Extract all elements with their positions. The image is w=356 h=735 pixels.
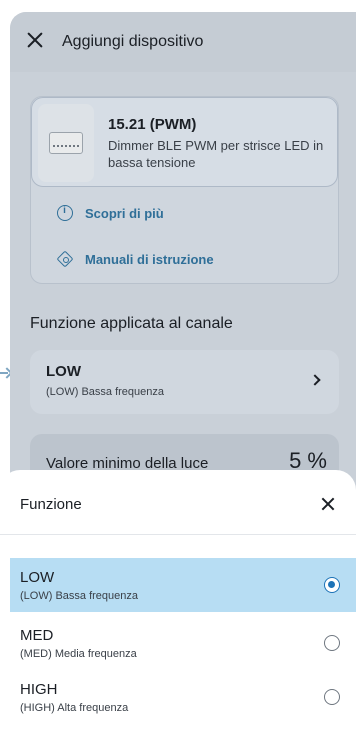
option-description: (HIGH) Alta frequenza <box>20 702 129 714</box>
option-description: (MED) Media frequenza <box>20 648 137 660</box>
page-title: Aggiungi dispositivo <box>62 33 204 50</box>
manuals-label: Manuali di istruzione <box>85 251 214 267</box>
function-bottom-sheet: Funzione LOW (LOW) Bassa frequenza MED (… <box>0 470 356 735</box>
device-image <box>38 104 94 182</box>
channel-function-heading: Funzione applicata al canale <box>30 315 233 332</box>
radio-unselected[interactable] <box>324 689 340 705</box>
option-name: LOW <box>20 569 55 586</box>
device-summary: 15.21 (PWM) Dimmer BLE PWM per strisce L… <box>31 97 338 187</box>
radio-selected[interactable] <box>324 577 340 593</box>
option-name: MED <box>20 627 54 644</box>
arrow-right-icon <box>0 366 10 380</box>
chevron-right-icon <box>309 374 321 386</box>
device-name: 15.21 (PWM) <box>108 116 197 133</box>
screen: Aggiungi dispositivo 15.21 (PWM) Dimmer … <box>0 0 356 735</box>
close-icon[interactable] <box>322 498 334 510</box>
option-high[interactable]: HIGH (HIGH) Alta frequenza <box>10 670 356 724</box>
channel-function-description: (LOW) Bassa frequenza <box>46 386 164 398</box>
learn-more-link[interactable]: Scopri di più <box>57 203 164 223</box>
dimmer-module-icon <box>49 132 83 154</box>
info-icon <box>57 205 73 221</box>
option-name: HIGH <box>20 681 58 698</box>
channel-function-value: LOW <box>46 363 81 380</box>
radio-unselected[interactable] <box>324 635 340 651</box>
learn-more-label: Scopri di più <box>85 205 164 221</box>
option-low[interactable]: LOW (LOW) Bassa frequenza <box>10 558 356 612</box>
device-card: 15.21 (PWM) Dimmer BLE PWM per strisce L… <box>30 96 339 284</box>
option-med[interactable]: MED (MED) Media frequenza <box>10 616 356 670</box>
device-description: Dimmer BLE PWM per strisce LED in bassa … <box>108 138 324 170</box>
manuals-link[interactable]: Manuali di istruzione <box>57 249 214 269</box>
divider <box>0 534 356 535</box>
close-icon[interactable] <box>26 31 44 49</box>
sheet-title: Funzione <box>20 496 82 513</box>
channel-function-selector[interactable]: LOW (LOW) Bassa frequenza <box>30 350 339 414</box>
manual-icon <box>57 251 73 267</box>
top-bar: Aggiungi dispositivo <box>10 12 356 72</box>
option-description: (LOW) Bassa frequenza <box>20 590 138 602</box>
